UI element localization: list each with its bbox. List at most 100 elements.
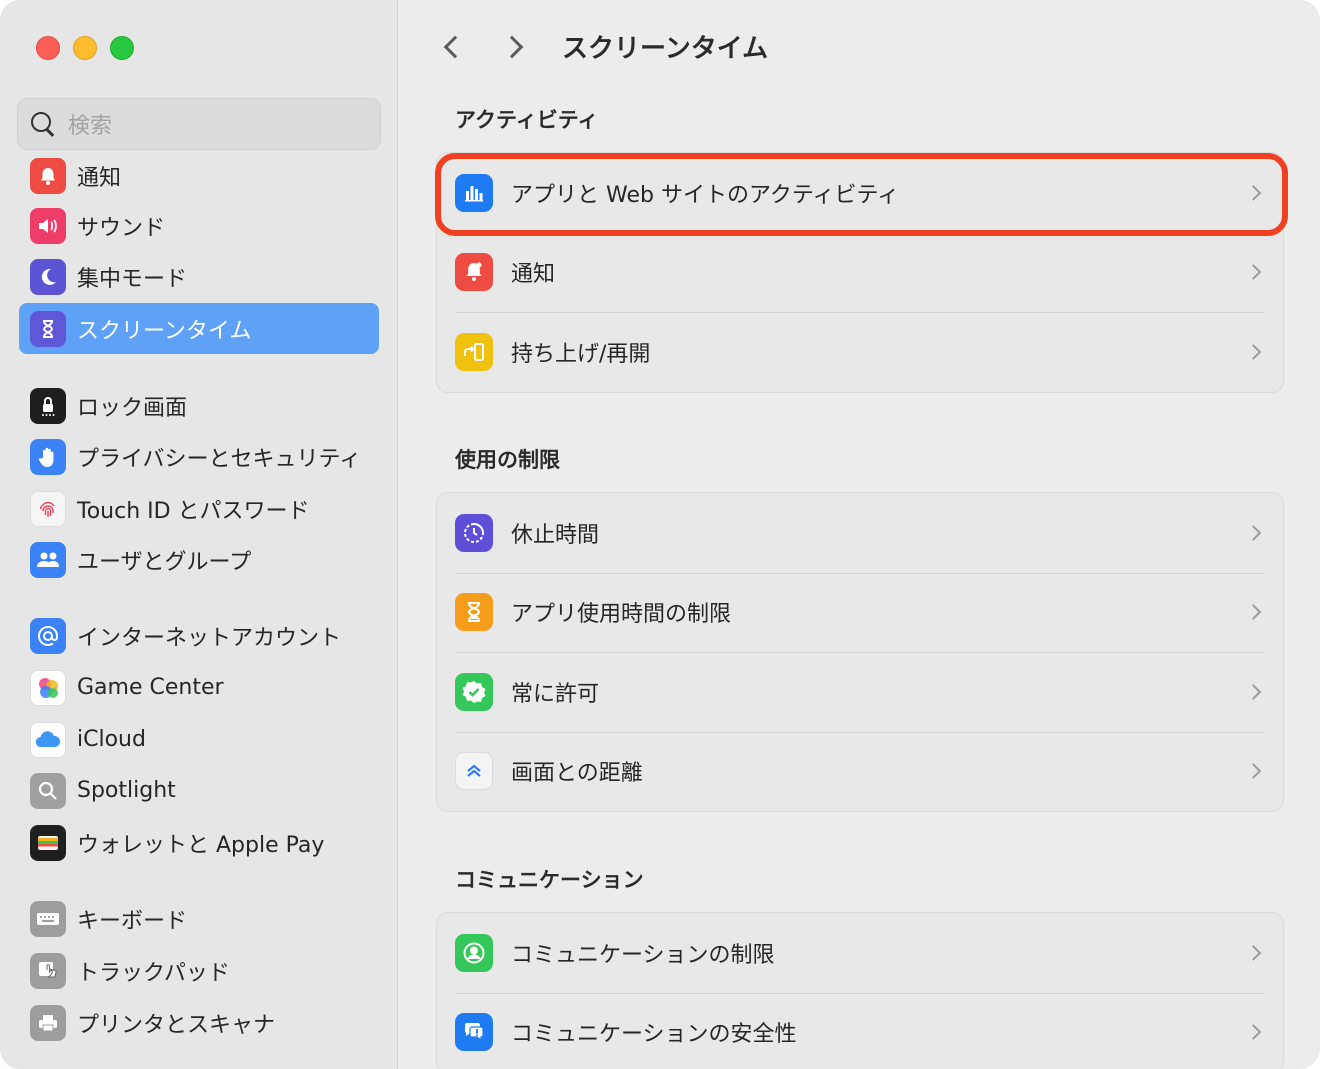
sidebar-item-privacy[interactable]: プライバシーとセキュリティ <box>19 431 379 482</box>
sidebar-item-lock-screen[interactable]: ロック画面 <box>19 380 379 431</box>
checkmark-badge-icon <box>455 672 493 711</box>
sidebar-item-label: Game Center <box>77 675 224 700</box>
users-icon <box>30 541 66 578</box>
limits-group: 休止時間 アプリ使用時間の制限 常に許可 画面との距離 <box>436 492 1284 812</box>
bell-icon <box>30 157 66 194</box>
sidebar-item-printers[interactable]: プリンタとスキャナ <box>19 997 379 1048</box>
fingerprint-icon <box>30 490 66 527</box>
chart-bars-icon <box>455 173 493 212</box>
distance-icon <box>455 752 493 791</box>
main-pane: スクリーンタイム アクティビティ アプリと Web サイトのアクティビティ 通知 <box>399 0 1320 1069</box>
sidebar-item-notifications[interactable]: 通知 <box>19 150 379 201</box>
sidebar-item-internet-accounts[interactable]: インターネットアカウント <box>19 610 379 661</box>
contact-icon <box>455 933 493 972</box>
chevron-right-icon <box>1245 683 1262 700</box>
sidebar-item-wallet[interactable]: ウォレットと Apple Pay <box>19 817 379 868</box>
section-title-limits: 使用の制限 <box>455 448 560 472</box>
sidebar-item-focus[interactable]: 集中モード <box>19 251 379 302</box>
cloud-icon <box>30 721 66 758</box>
hourglass-icon <box>455 593 493 632</box>
chevron-right-icon <box>1245 343 1262 360</box>
game-center-icon <box>30 669 66 706</box>
section-title-communication: コミュニケーション <box>455 868 644 892</box>
forward-button[interactable] <box>500 30 530 64</box>
row-label: アプリと Web サイトのアクティビティ <box>511 182 900 208</box>
sidebar-item-label: Spotlight <box>77 778 176 803</box>
back-button[interactable] <box>437 30 467 64</box>
row-app-limits[interactable]: アプリ使用時間の制限 <box>437 572 1283 653</box>
row-downtime[interactable]: 休止時間 <box>437 493 1283 573</box>
search-field[interactable]: 検索 <box>17 98 381 150</box>
sidebar-item-label: ロック画面 <box>77 395 188 421</box>
sidebar-item-label: プリンタとスキャナ <box>77 1012 276 1038</box>
chevron-right-icon <box>1245 264 1262 281</box>
sidebar-item-label: ウォレットと Apple Pay <box>77 832 325 858</box>
sidebar-item-label: プライバシーとセキュリティ <box>77 446 362 472</box>
search-placeholder: 検索 <box>68 114 113 139</box>
sidebar-item-game-center[interactable]: Game Center <box>19 662 379 713</box>
sidebar-list: 通知 サウンド 集中モード スクリーンタイム ロック画面 プライバシーとセキュリ… <box>0 148 398 1069</box>
at-icon <box>30 617 66 654</box>
close-window-button[interactable] <box>36 36 60 60</box>
row-pickups[interactable]: 持ち上げ/再開 <box>437 312 1283 392</box>
row-label: コミュニケーションの安全性 <box>511 1022 797 1048</box>
sidebar-item-label: サウンド <box>77 215 166 241</box>
sidebar-item-icloud[interactable]: iCloud <box>19 714 379 765</box>
speaker-icon <box>30 207 66 244</box>
moon-icon <box>30 258 66 295</box>
row-label: 画面との距離 <box>511 761 643 787</box>
row-label: 持ち上げ/再開 <box>511 341 651 367</box>
sidebar-item-sound[interactable]: サウンド <box>19 200 379 251</box>
sidebar-item-label: トラックパッド <box>77 960 230 986</box>
sidebar-item-label: インターネットアカウント <box>77 625 342 651</box>
magnifier-icon <box>30 772 66 809</box>
row-always-allowed[interactable]: 常に許可 <box>437 652 1283 732</box>
hourglass-icon <box>30 310 66 347</box>
communication-group: コミュニケーションの制限 コミュニケーションの安全性 <box>436 912 1284 1069</box>
bell-icon <box>455 253 493 292</box>
hand-icon <box>30 438 66 475</box>
keyboard-icon <box>30 900 66 937</box>
sidebar-item-label: iCloud <box>77 727 146 752</box>
sidebar-item-label: 通知 <box>77 165 122 191</box>
phone-pickup-icon <box>455 332 493 371</box>
row-app-web-activity[interactable]: アプリと Web サイトのアクティビティ <box>437 153 1283 233</box>
chevron-right-icon <box>1245 1024 1262 1041</box>
section-title-activity: アクティビティ <box>455 108 599 132</box>
sidebar-item-screen-time[interactable]: スクリーンタイム <box>19 303 379 354</box>
chevron-right-icon <box>1245 604 1262 621</box>
chevron-right-icon <box>1245 524 1262 541</box>
minimize-window-button[interactable] <box>73 36 97 60</box>
chat-bubble-icon <box>455 1013 493 1052</box>
sidebar-item-keyboard[interactable]: キーボード <box>19 893 379 944</box>
chevron-left-icon <box>443 35 467 59</box>
sidebar-item-label: キーボード <box>77 908 188 934</box>
row-label: 休止時間 <box>511 522 600 548</box>
row-notifications[interactable]: 通知 <box>437 232 1283 313</box>
activity-group: アプリと Web サイトのアクティビティ 通知 持ち上げ/再開 <box>436 152 1284 393</box>
row-communication-safety[interactable]: コミュニケーションの安全性 <box>437 992 1283 1069</box>
zoom-window-button[interactable] <box>110 36 134 60</box>
printer-icon <box>30 1004 66 1041</box>
sidebar-item-spotlight[interactable]: Spotlight <box>19 765 379 816</box>
lock-icon <box>30 387 66 424</box>
row-label: アプリ使用時間の制限 <box>511 602 732 628</box>
row-label: コミュニケーションの制限 <box>511 942 775 968</box>
chevron-right-icon <box>1245 763 1262 780</box>
row-label: 常に許可 <box>511 681 600 707</box>
sidebar-item-label: Touch ID とパスワード <box>77 498 310 524</box>
trackpad-icon <box>30 952 66 989</box>
page-title: スクリーンタイム <box>562 34 769 64</box>
row-label: 通知 <box>511 262 556 288</box>
downtime-icon <box>455 513 493 552</box>
sidebar-item-touch-id[interactable]: Touch ID とパスワード <box>19 483 379 534</box>
sidebar-item-label: ユーザとグループ <box>77 549 252 575</box>
chevron-right-icon <box>500 35 524 59</box>
row-screen-distance[interactable]: 画面との距離 <box>437 731 1283 812</box>
sidebar-item-users-groups[interactable]: ユーザとグループ <box>19 534 379 585</box>
search-icon <box>30 111 56 137</box>
row-communication-limits[interactable]: コミュニケーションの制限 <box>437 913 1283 993</box>
chevron-right-icon <box>1245 184 1262 201</box>
sidebar-item-trackpad[interactable]: トラックパッド <box>19 945 379 996</box>
wallet-icon <box>30 824 66 861</box>
